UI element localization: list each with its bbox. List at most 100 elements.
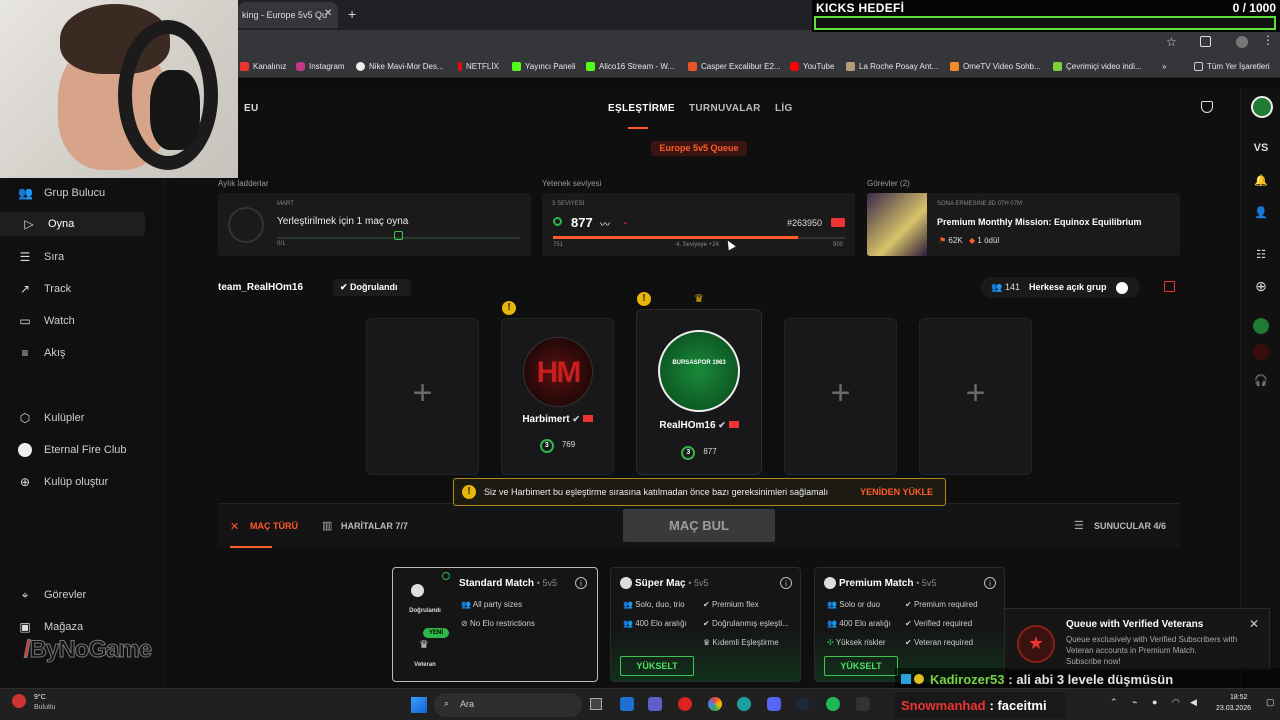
empty-slot-1[interactable]: + (366, 318, 479, 475)
tab-maps[interactable]: HARİTALAR 7/7 (341, 521, 408, 531)
info-icon[interactable]: i (984, 577, 996, 589)
player-card-realhom16[interactable]: BURSASPOR 1963 RealHOm16 ✔ 3 877 (636, 309, 762, 475)
task-view-icon[interactable] (590, 698, 602, 710)
warning-icon: ! (502, 301, 516, 315)
skill-level-card[interactable]: 3 SEVİYESİ 877 〰 ⌄ #263950 751 4. Seviye… (542, 193, 855, 256)
clock-date[interactable]: 23.03.2026 (1216, 705, 1251, 712)
volume-icon[interactable]: ◀ (1190, 697, 1197, 708)
bookmark-item[interactable]: Alico16 Stream - W... (586, 62, 674, 71)
add-icon[interactable]: ⊕ (1251, 278, 1271, 298)
sidebar-item-create-club[interactable]: ⊕ Kulüp oluştur (18, 475, 108, 489)
opera-icon[interactable] (678, 697, 692, 711)
bookmark-item[interactable]: Nike Mavi-Mor Des... (356, 62, 444, 71)
info-icon[interactable]: i (575, 577, 587, 589)
kicks-progress-bar (814, 16, 1276, 30)
vs-icon[interactable]: VS (1251, 142, 1271, 162)
match-card-standard[interactable]: Doğrulandı YENİ ♛ Veteran Standard Match… (392, 567, 598, 682)
club-avatar[interactable] (1253, 318, 1269, 334)
match-card-super[interactable]: Süper Maç • 5v5 i 👥 Solo, duo, trio 👥 40… (610, 567, 801, 682)
bookmark-item[interactable]: Kanalınız (240, 62, 286, 71)
tab-tournaments[interactable]: TURNUVALAR (689, 103, 761, 114)
upgrade-button[interactable]: YÜKSELT (620, 656, 694, 676)
sidebar-item-shop[interactable]: ▣ Mağaza (18, 620, 83, 634)
bookmark-item[interactable]: La Roche Posay Ant... (846, 62, 938, 71)
match-card-premium[interactable]: Premium Match • 5v5 i 👥 Solo or duo 👥 40… (814, 567, 1005, 682)
headset-icon[interactable]: 🎧 (1251, 374, 1271, 394)
bookmark-item[interactable]: Yayıncı Paneli (512, 62, 576, 71)
empty-slot-4[interactable]: + (784, 318, 897, 475)
leave-party-icon[interactable] (1164, 281, 1175, 292)
queue-pill[interactable]: Europe 5v5 Queue (651, 141, 747, 156)
network-icon[interactable]: ⌁ (1132, 697, 1137, 708)
close-icon[interactable]: ✕ (1249, 617, 1259, 631)
sidebar-item-eternal-fire[interactable]: Eternal Fire Club (18, 443, 127, 457)
upgrade-button[interactable]: YÜKSELT (824, 656, 898, 676)
sidebar-item-queue[interactable]: ☰ Sıra (18, 250, 65, 264)
clock-time[interactable]: 18:52 (1230, 694, 1248, 701)
friends-icon[interactable]: 👤 (1251, 206, 1271, 226)
bookmark-item[interactable]: Instagram (296, 62, 345, 71)
bookmark-item[interactable]: YouTube (790, 62, 834, 71)
ladder-card[interactable]: MART Yerleştirilmek için 1 maç oyna 0/1 (218, 193, 531, 256)
sidebar-item-track[interactable]: ↗ Track (18, 282, 71, 296)
app-icon[interactable] (856, 697, 870, 711)
close-tab-icon[interactable]: ✕ (324, 8, 332, 19)
match-title-text: Süper Maç (635, 578, 686, 589)
sidebar-item-label: Kulüp oluştur (44, 476, 109, 488)
weather-icon[interactable] (12, 694, 26, 708)
bookmark-item[interactable]: NETFLİX (458, 62, 499, 71)
bursaspor-avatar[interactable] (1251, 96, 1273, 118)
open-group-toggle[interactable] (1116, 282, 1128, 294)
notification-icon[interactable]: ▢ (1266, 697, 1275, 708)
browser-icon[interactable] (737, 697, 751, 711)
tab-match-type[interactable]: MAÇ TÜRÜ (250, 521, 298, 531)
teams-icon[interactable] (648, 697, 662, 711)
bookmarks-overflow[interactable]: » (1162, 62, 1166, 71)
discord-icon[interactable] (767, 697, 781, 711)
region-label[interactable]: EU (244, 103, 259, 114)
steam-icon[interactable] (796, 697, 810, 711)
mission-card[interactable]: SONA ERMESİNE 8D 07H 07M Premium Monthly… (867, 193, 1180, 256)
mic-icon[interactable]: ● (1152, 697, 1157, 707)
info-icon[interactable]: i (780, 577, 792, 589)
bell-icon[interactable]: 🔔 (1251, 174, 1271, 194)
sidebar-item-feed[interactable]: ≡ Akış (18, 346, 65, 360)
party-icon[interactable]: ☷ (1251, 248, 1271, 268)
sidebar-item-missions[interactable]: ⌖ Görevler (18, 588, 87, 602)
empty-slot-5[interactable]: + (919, 318, 1032, 475)
sidebar-item-watch[interactable]: ▭ Watch (18, 314, 74, 328)
tray-chevron-icon[interactable]: ⌃ (1110, 697, 1118, 708)
tab-servers[interactable]: SUNUCULAR 4/6 (1094, 521, 1166, 531)
player-card-harbimert[interactable]: HM Harbimert ✔ 3 769 (501, 318, 614, 475)
reload-button[interactable]: YENİDEN YÜKLE (860, 487, 933, 497)
sidebar-item-play[interactable]: ▷ Oyna (0, 212, 145, 236)
badge-icon (901, 674, 911, 684)
popup-footer[interactable]: Subscribe now! (1066, 657, 1121, 666)
hm-avatar[interactable] (1253, 344, 1269, 360)
extensions-icon[interactable] (1200, 36, 1211, 47)
bookmark-item[interactable]: Casper Excalibur E2... (688, 62, 781, 71)
browser-tab[interactable]: king - Europe 5v5 Qu (238, 2, 338, 28)
profile-icon[interactable] (1236, 36, 1248, 48)
wifi-icon[interactable]: ◠ (1172, 697, 1180, 708)
level-badge: 3 (681, 446, 696, 460)
taskbar-search[interactable] (434, 693, 582, 717)
bookmark-item[interactable]: OmeTV Video Sohb... (950, 62, 1041, 71)
edge-icon[interactable] (620, 697, 634, 711)
all-bookmarks[interactable]: Tüm Yer İşaretleri (1194, 62, 1270, 71)
chrome-icon[interactable] (708, 697, 722, 711)
bookmark-item[interactable]: Çevrimiçi video indi... (1053, 62, 1142, 71)
tab-league[interactable]: LİG (775, 103, 793, 114)
shield-icon[interactable] (1201, 101, 1213, 113)
find-match-button[interactable]: MAÇ BUL (623, 509, 775, 542)
sidebar-item-clubs[interactable]: ⬡ Kulüpler (18, 411, 85, 425)
star-icon[interactable]: ☆ (1166, 35, 1177, 49)
menu-icon[interactable]: ⋮ (1262, 33, 1274, 47)
feature: ✔ Doğrulanmış eşleşti... (703, 619, 789, 628)
tab-matchmaking[interactable]: EŞLEŞTİRME (608, 103, 675, 114)
spotify-icon[interactable] (826, 697, 840, 711)
sidebar-item-party-finder[interactable]: 👥 Grup Bulucu (18, 186, 105, 200)
windows-start-icon[interactable] (411, 697, 427, 713)
chevron-down-icon[interactable]: ⌄ (622, 217, 629, 226)
new-tab-icon[interactable]: + (348, 6, 356, 22)
